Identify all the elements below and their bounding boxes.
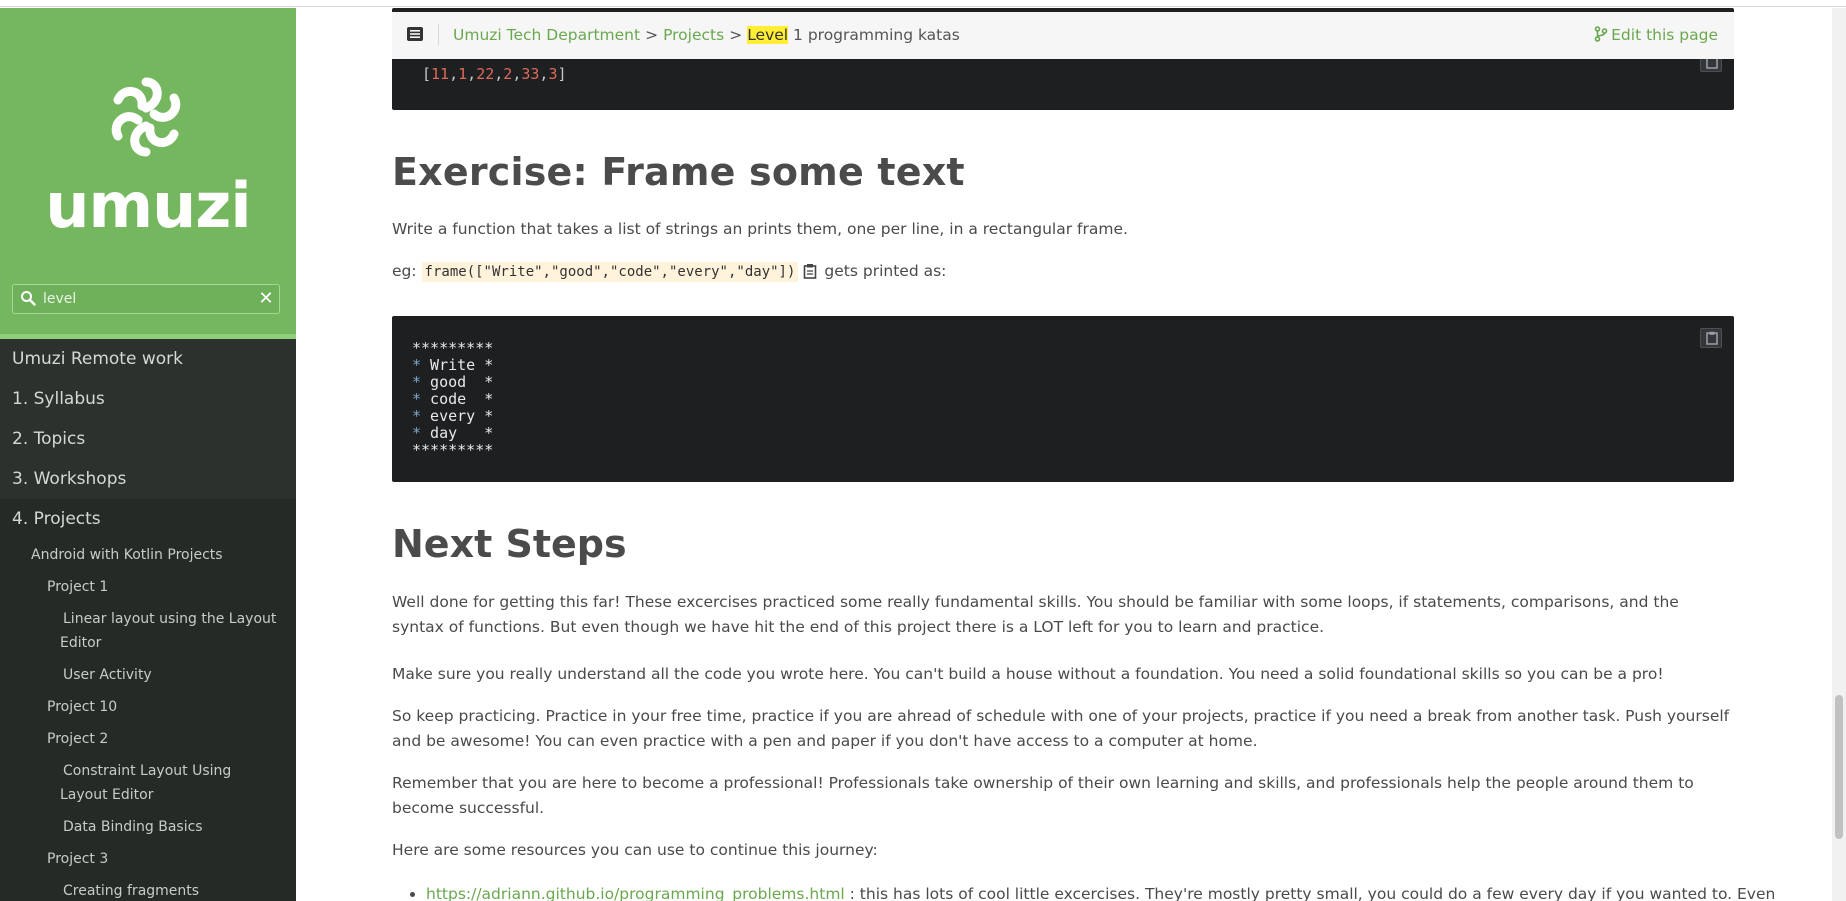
paragraph-keep-practicing: So keep practicing. Practice in your fre… — [392, 707, 1730, 750]
inline-code-frame-call: frame(["Write","good","code","every","da… — [421, 262, 799, 282]
breadcrumb-separator: > — [729, 26, 743, 44]
umuzi-logo-text: umuzi — [45, 169, 251, 242]
topbar-divider — [438, 24, 439, 46]
frame-output-line: * every * — [412, 407, 494, 425]
paragraph-resources-intro: Here are some resources you can use to c… — [392, 841, 878, 859]
nav-item-topics[interactable]: 2. Topics — [0, 419, 296, 459]
sidebar: umuzi ✕ Umuzi Remote work 1. Syllabus 2.… — [0, 8, 296, 901]
search-box[interactable]: ✕ — [12, 284, 280, 314]
breadcrumb-projects[interactable]: Projects — [663, 26, 724, 44]
nav-item-data-binding[interactable]: Data Binding Basics — [0, 811, 296, 843]
heading-next-steps: Next Steps — [392, 522, 627, 566]
nav-item-workshops[interactable]: 3. Workshops — [0, 459, 296, 499]
nav-item-project-10[interactable]: Project 10 — [0, 691, 296, 723]
resource-description: : this has lots of cool little excercise… — [844, 885, 1776, 901]
main-content: [11,1,22,2,33,3] Umuzi Tech Department > P… — [296, 8, 1832, 901]
paragraph-understand-code: Make sure you really understand all the … — [392, 665, 1664, 683]
sidebar-header: umuzi ✕ — [0, 8, 296, 334]
nav-item-syllabus[interactable]: 1. Syllabus — [0, 379, 296, 419]
nav-item-android-kotlin[interactable]: Android with Kotlin Projects — [0, 539, 296, 571]
scrollbar-thumb[interactable] — [1835, 695, 1843, 839]
nav-item-linear-layout[interactable]: Linear layout using the Layout Editor — [0, 603, 296, 659]
inline-copy-icon[interactable] — [802, 263, 818, 279]
frame-output-line: * day * — [412, 424, 494, 442]
edit-page-link[interactable]: Edit this page — [1594, 12, 1718, 59]
nav-item-project-3[interactable]: Project 3 — [0, 843, 296, 875]
nav-item-project-1[interactable]: Project 1 — [0, 571, 296, 603]
nav-item-constraint-layout[interactable]: Constraint Layout Using Layout Editor — [0, 755, 296, 811]
umuzi-logo-icon — [111, 77, 181, 157]
nav-section-projects: 4. Projects Android with Kotlin Projects… — [0, 499, 296, 901]
git-branch-icon — [1594, 26, 1608, 42]
window-top-border — [0, 0, 1846, 7]
toggle-sidebar-icon[interactable] — [406, 25, 424, 43]
nav-item-creating-fragments[interactable]: Creating fragments — [0, 875, 296, 901]
code-list-output: [11,1,22,2,33,3] — [422, 65, 567, 83]
example-label: eg: — [392, 262, 417, 280]
breadcrumb-separator: > — [645, 26, 659, 44]
breadcrumb-dept[interactable]: Umuzi Tech Department — [453, 26, 640, 44]
code-block-frame-output: ********* * Write * * good * * code * * ever… — [392, 316, 1734, 482]
search-input[interactable] — [43, 289, 243, 309]
resources-list: https://adriann.github.io/programming_pr… — [426, 882, 1775, 901]
frame-description: Write a function that takes a list of st… — [392, 220, 1128, 238]
breadcrumb: Umuzi Tech Department > Projects > Level 1 p… — [453, 12, 960, 59]
frame-output-line: * good * — [412, 373, 494, 391]
frame-output-line: * code * — [412, 390, 494, 408]
copy-code-button[interactable] — [1700, 328, 1722, 348]
frame-output-line: ********* — [412, 441, 494, 459]
page-scrollbar[interactable] — [1832, 8, 1846, 901]
nav-item-remote-work[interactable]: Umuzi Remote work — [0, 339, 296, 379]
top-bar: Umuzi Tech Department > Projects > Level 1 p… — [392, 12, 1734, 59]
frame-output-line: * Write * — [412, 356, 494, 374]
resource-link[interactable]: https://adriann.github.io/programming_pr… — [426, 885, 845, 901]
sidebar-nav: Umuzi Remote work 1. Syllabus 2. Topics … — [0, 339, 296, 901]
list-item: https://adriann.github.io/programming_pr… — [426, 882, 1775, 901]
frame-output-line: ********* — [412, 339, 494, 357]
nav-item-project-2[interactable]: Project 2 — [0, 723, 296, 755]
example-after-text: gets printed as: — [824, 262, 947, 280]
nav-item-user-activity[interactable]: User Activity — [0, 659, 296, 691]
breadcrumb-current: 1 programming katas — [788, 26, 960, 44]
frame-example: eg: frame(["Write","good","code","every"… — [392, 262, 947, 282]
search-highlight: Level — [747, 26, 789, 44]
paragraph-professional: Remember that you are here to become a p… — [392, 774, 1694, 817]
edit-page-label: Edit this page — [1611, 26, 1718, 44]
paragraph-well-done: Well done for getting this far! These ex… — [392, 593, 1679, 636]
heading-frame-text: Exercise: Frame some text — [392, 150, 965, 194]
clear-search-icon[interactable]: ✕ — [257, 290, 275, 308]
frame-output: ********* * Write * * good * * code * * ever… — [412, 340, 493, 459]
search-icon — [21, 291, 36, 306]
nav-item-projects[interactable]: 4. Projects — [0, 499, 296, 539]
clipboard-icon — [1706, 331, 1718, 345]
